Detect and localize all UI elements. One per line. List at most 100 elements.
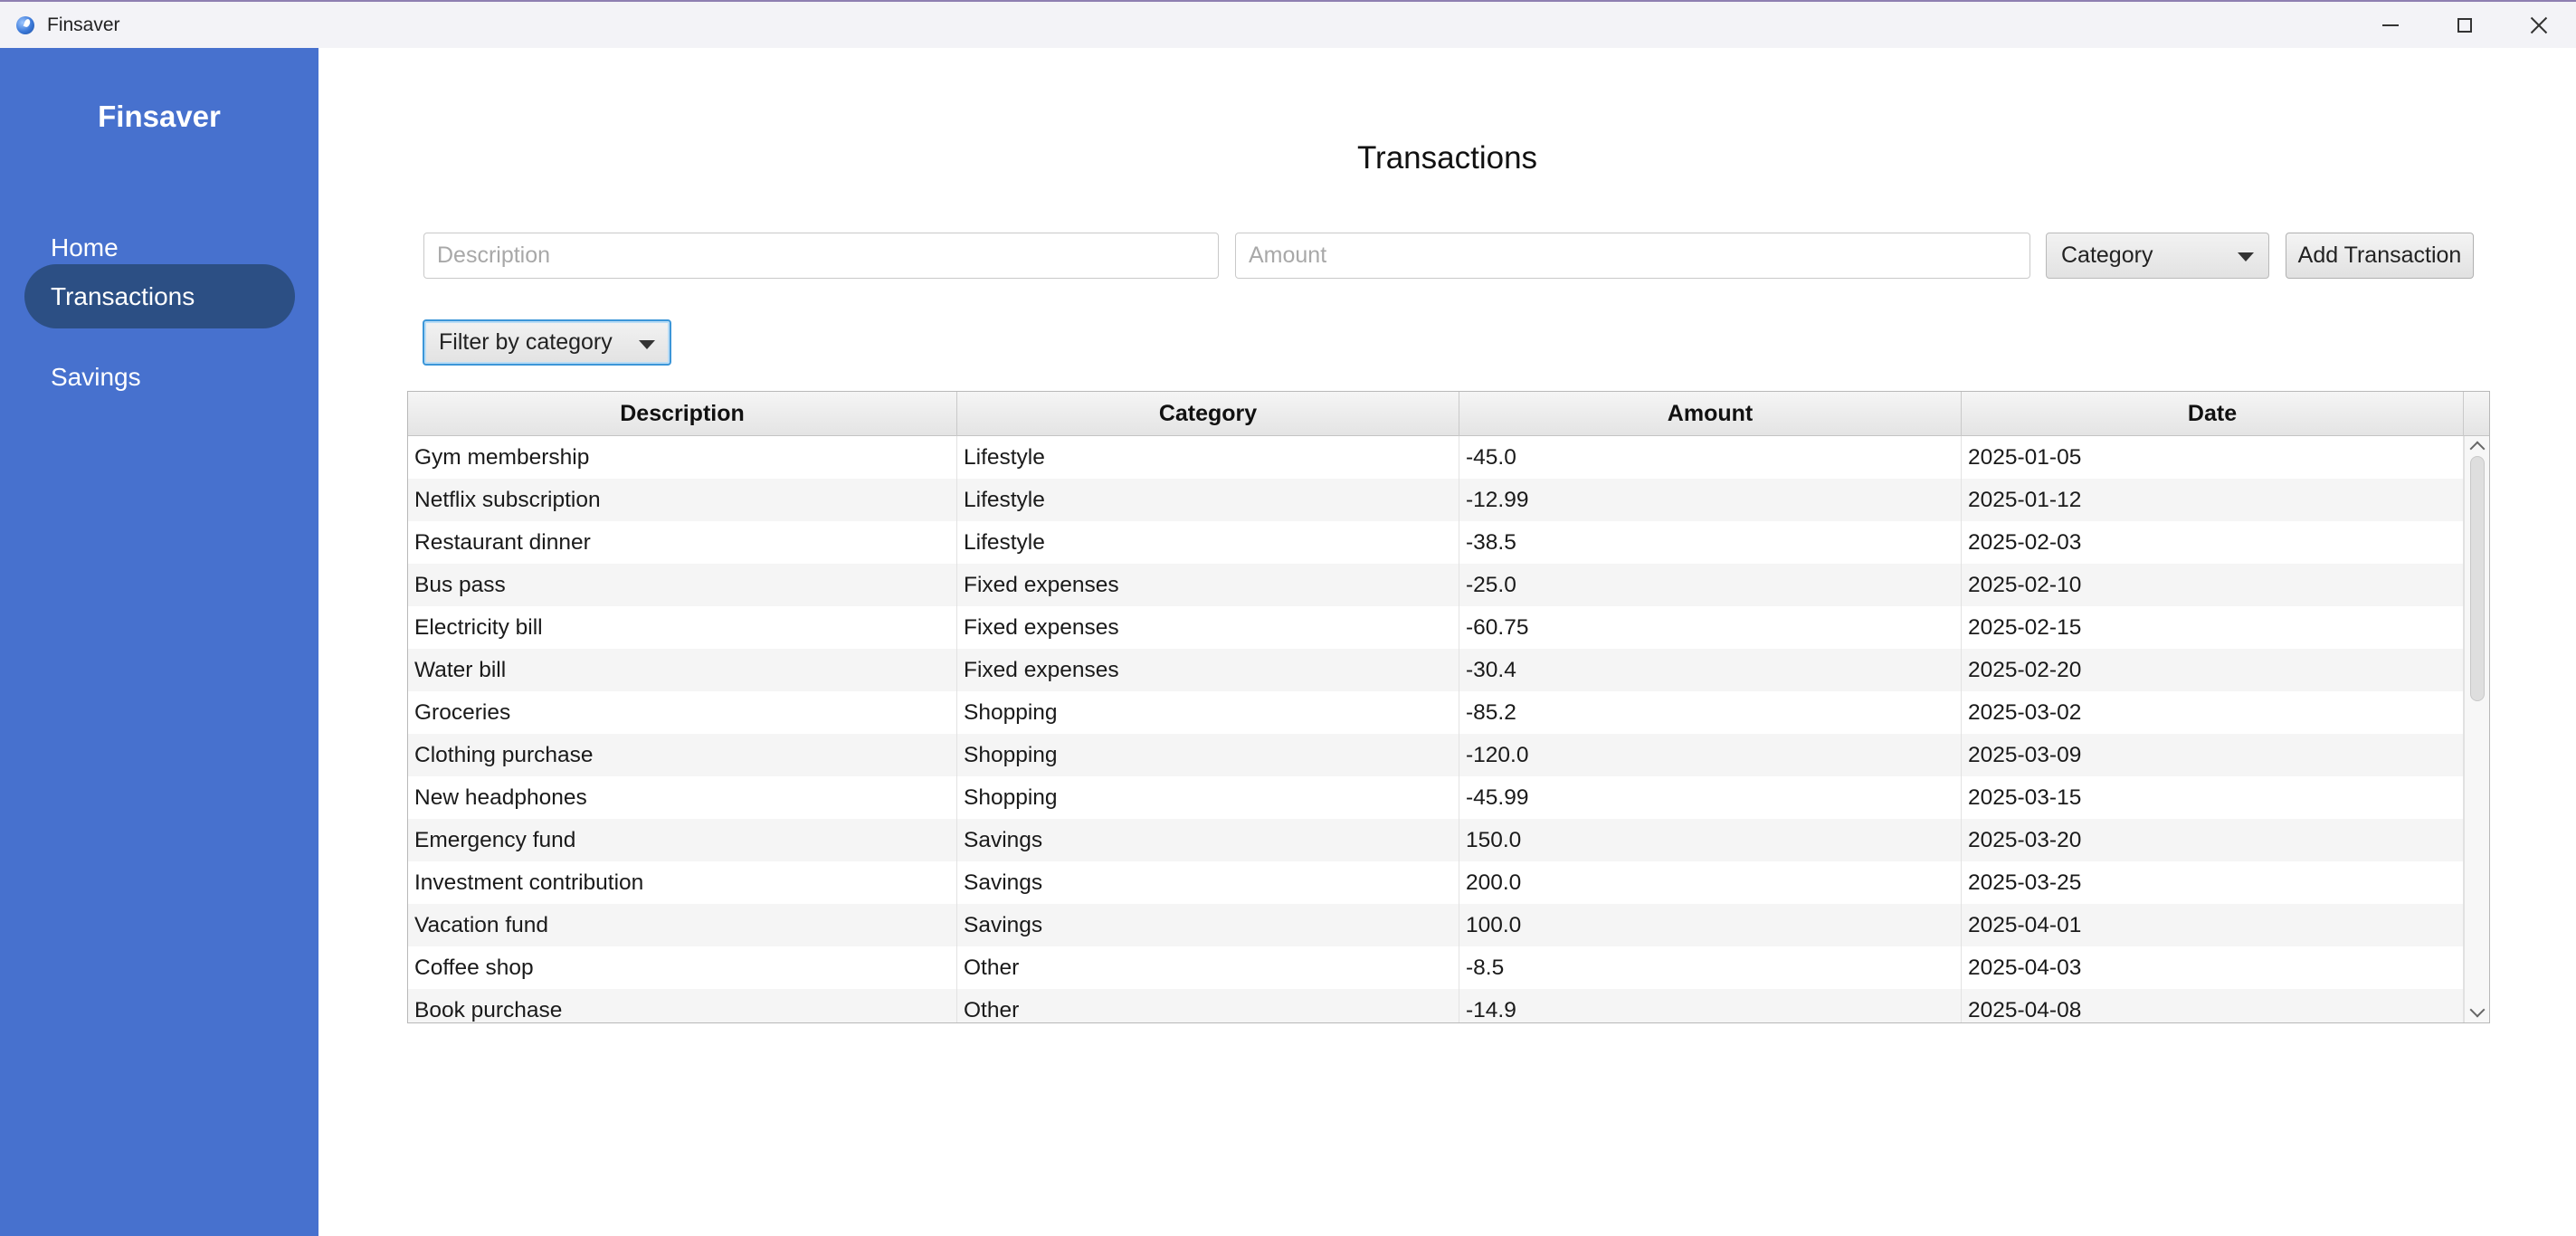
table-row[interactable]: Water bill Fixed expenses -30.4 2025-02-20 xyxy=(408,649,2464,691)
cell-category: Savings xyxy=(957,904,1459,946)
app-icon xyxy=(16,15,34,34)
column-header-description[interactable]: Description xyxy=(408,392,957,436)
chevron-down-icon xyxy=(2238,252,2254,261)
table-row[interactable]: Coffee shop Other -8.5 2025-04-03 xyxy=(408,946,2464,989)
cell-amount: -85.2 xyxy=(1459,691,1962,734)
cell-description: Restaurant dinner xyxy=(408,521,957,564)
table-row[interactable]: Bus pass Fixed expenses -25.0 2025-02-10 xyxy=(408,564,2464,606)
category-select-value: Category xyxy=(2061,242,2153,268)
cell-date: 2025-02-15 xyxy=(1962,606,2464,649)
cell-category: Lifestyle xyxy=(957,479,1459,521)
sidebar-item-label: Home xyxy=(51,233,119,261)
cell-date: 2025-04-03 xyxy=(1962,946,2464,989)
cell-date: 2025-04-01 xyxy=(1962,904,2464,946)
cell-date: 2025-03-20 xyxy=(1962,819,2464,861)
cell-description: Vacation fund xyxy=(408,904,957,946)
cell-amount: -45.0 xyxy=(1459,436,1962,479)
scroll-down-icon[interactable] xyxy=(2469,1002,2486,1018)
cell-description: Investment contribution xyxy=(408,861,957,904)
window-titlebar: Finsaver xyxy=(0,0,2576,48)
category-select[interactable]: Category xyxy=(2046,233,2269,279)
cell-category: Shopping xyxy=(957,691,1459,734)
cell-amount: 100.0 xyxy=(1459,904,1962,946)
cell-amount: -38.5 xyxy=(1459,521,1962,564)
sidebar-item-transactions[interactable]: Transactions xyxy=(24,264,295,328)
minimize-button[interactable] xyxy=(2353,2,2428,48)
table-row[interactable]: Clothing purchase Shopping -120.0 2025-03-0… xyxy=(408,734,2464,776)
sidebar-item-label: Transactions xyxy=(51,281,195,310)
maximize-button[interactable] xyxy=(2428,2,2502,48)
cell-description: Coffee shop xyxy=(408,946,957,989)
cell-category: Other xyxy=(957,946,1459,989)
table-body: Gym membership Lifestyle -45.0 2025-01-05 Ne… xyxy=(408,436,2464,1022)
cell-date: 2025-02-03 xyxy=(1962,521,2464,564)
cell-description: Groceries xyxy=(408,691,957,734)
table-row[interactable]: New headphones Shopping -45.99 2025-03-15 xyxy=(408,776,2464,819)
sidebar-item-label: Savings xyxy=(51,362,141,391)
cell-amount: -30.4 xyxy=(1459,649,1962,691)
close-icon xyxy=(2530,16,2548,34)
cell-description: Clothing purchase xyxy=(408,734,957,776)
column-header-category[interactable]: Category xyxy=(957,392,1459,436)
cell-date: 2025-04-08 xyxy=(1962,989,2464,1022)
cell-category: Shopping xyxy=(957,734,1459,776)
cell-amount: -14.9 xyxy=(1459,989,1962,1022)
table-row[interactable]: Emergency fund Savings 150.0 2025-03-20 xyxy=(408,819,2464,861)
sidebar: Finsaver Home Transactions Savings xyxy=(0,48,318,1236)
cell-category: Lifestyle xyxy=(957,521,1459,564)
cell-amount: -8.5 xyxy=(1459,946,1962,989)
filter-category-value: Filter by category xyxy=(439,329,613,355)
cell-amount: 200.0 xyxy=(1459,861,1962,904)
table-row[interactable]: Book purchase Other -14.9 2025-04-08 xyxy=(408,989,2464,1022)
add-transaction-button[interactable]: Add Transaction xyxy=(2286,233,2474,279)
cell-category: Lifestyle xyxy=(957,436,1459,479)
cell-date: 2025-03-15 xyxy=(1962,776,2464,819)
scrollbar-thumb[interactable] xyxy=(2470,456,2485,701)
cell-date: 2025-01-05 xyxy=(1962,436,2464,479)
amount-input[interactable] xyxy=(1235,233,2030,279)
maximize-icon xyxy=(2457,17,2472,33)
cell-description: Gym membership xyxy=(408,436,957,479)
filter-category-select[interactable]: Filter by category xyxy=(423,319,671,366)
table-row[interactable]: Gym membership Lifestyle -45.0 2025-01-05 xyxy=(408,436,2464,479)
cell-category: Shopping xyxy=(957,776,1459,819)
minimize-icon xyxy=(2382,24,2399,26)
cell-category: Other xyxy=(957,989,1459,1022)
cell-amount: -45.99 xyxy=(1459,776,1962,819)
cell-description: Emergency fund xyxy=(408,819,957,861)
chevron-down-icon xyxy=(639,340,655,349)
table-row[interactable]: Vacation fund Savings 100.0 2025-04-01 xyxy=(408,904,2464,946)
column-header-amount[interactable]: Amount xyxy=(1459,392,1962,436)
window-controls xyxy=(2353,2,2576,48)
cell-description: New headphones xyxy=(408,776,957,819)
cell-date: 2025-02-20 xyxy=(1962,649,2464,691)
cell-description: Water bill xyxy=(408,649,957,691)
cell-date: 2025-02-10 xyxy=(1962,564,2464,606)
table-header: Description Category Amount Date xyxy=(408,392,2489,436)
cell-date: 2025-03-25 xyxy=(1962,861,2464,904)
sidebar-item-savings[interactable]: Savings xyxy=(24,345,295,409)
table-row[interactable]: Investment contribution Savings 200.0 2025-… xyxy=(408,861,2464,904)
cell-description: Bus pass xyxy=(408,564,957,606)
close-button[interactable] xyxy=(2502,2,2576,48)
table-row[interactable]: Restaurant dinner Lifestyle -38.5 2025-02-0… xyxy=(408,521,2464,564)
table-row[interactable]: Electricity bill Fixed expenses -60.75 2025… xyxy=(408,606,2464,649)
scroll-up-icon[interactable] xyxy=(2469,441,2486,457)
cell-amount: 150.0 xyxy=(1459,819,1962,861)
table-row[interactable]: Groceries Shopping -85.2 2025-03-02 xyxy=(408,691,2464,734)
description-input[interactable] xyxy=(423,233,1219,279)
window-title: Finsaver xyxy=(47,14,120,35)
cell-amount: -12.99 xyxy=(1459,479,1962,521)
cell-amount: -25.0 xyxy=(1459,564,1962,606)
cell-description: Netflix subscription xyxy=(408,479,957,521)
vertical-scrollbar[interactable] xyxy=(2464,436,2489,1022)
cell-date: 2025-03-02 xyxy=(1962,691,2464,734)
cell-category: Fixed expenses xyxy=(957,649,1459,691)
column-header-filler xyxy=(2464,392,2489,436)
cell-amount: -120.0 xyxy=(1459,734,1962,776)
table-row[interactable]: Netflix subscription Lifestyle -12.99 2025-… xyxy=(408,479,2464,521)
cell-category: Savings xyxy=(957,819,1459,861)
sidebar-brand: Finsaver xyxy=(98,100,221,133)
column-header-date[interactable]: Date xyxy=(1962,392,2464,436)
cell-category: Fixed expenses xyxy=(957,606,1459,649)
